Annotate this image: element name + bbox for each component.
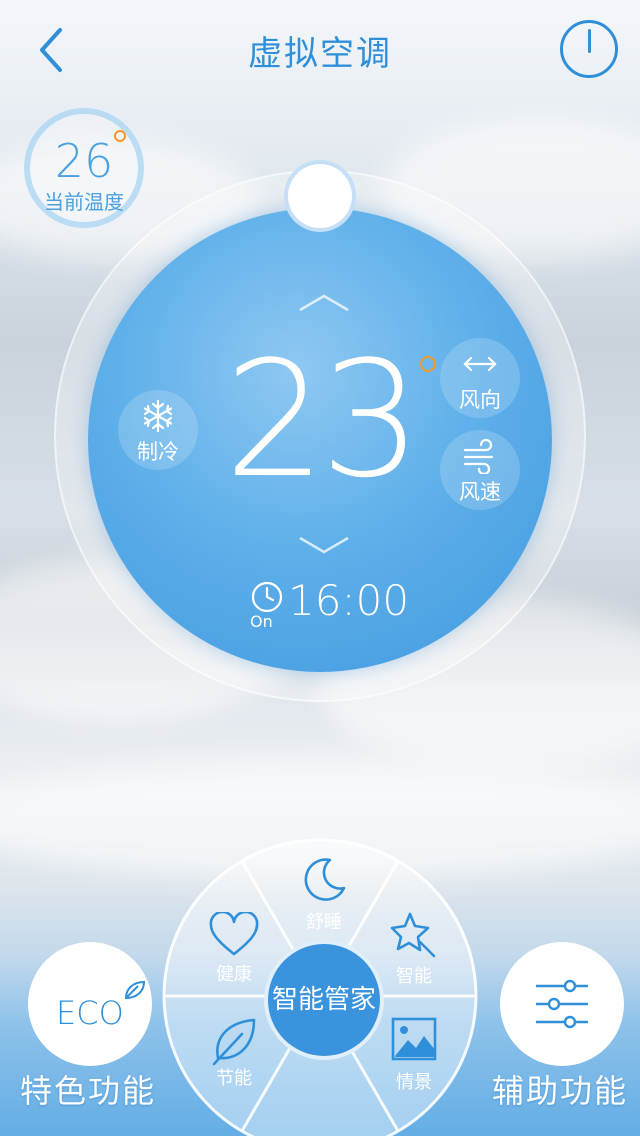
page-title: 虚拟空调 (248, 34, 392, 74)
timer-button[interactable]: On 16:00 (246, 576, 416, 632)
special-features-button[interactable]: ECO (28, 942, 152, 1066)
power-button[interactable] (560, 20, 618, 78)
degree-icon (420, 356, 436, 372)
heart-icon (209, 912, 259, 956)
picture-icon (391, 1017, 437, 1061)
mode-button[interactable]: 制冷 (118, 390, 198, 470)
smart-menu-scene-label: 情景 (396, 1072, 432, 1093)
smart-menu-energy-saving-label: 节能 (216, 1068, 252, 1089)
temperature-knob[interactable] (284, 160, 356, 232)
sliders-icon (536, 979, 588, 1029)
moon-icon (304, 858, 346, 901)
smart-menu-health[interactable]: 健康 (194, 906, 274, 986)
chevron-down-icon (299, 536, 349, 554)
smart-menu-sleep[interactable]: 舒睡 (284, 852, 364, 933)
auxiliary-functions-button[interactable] (500, 942, 624, 1066)
wind-speed-label: 风速 (459, 480, 501, 504)
smart-menu-sleep-label: 舒睡 (306, 912, 342, 933)
smart-menu-energy-saving[interactable]: 节能 (194, 1010, 274, 1090)
eco-icon-text: ECO (56, 994, 124, 1032)
degree-icon (114, 130, 126, 142)
smart-menu-health-label: 健康 (216, 964, 252, 985)
wind-direction-button[interactable]: 风向 (440, 338, 520, 418)
horizontal-arrows-icon (463, 356, 497, 372)
snowflake-icon (143, 399, 173, 433)
timer-icon (251, 581, 283, 613)
temperature-down-button[interactable] (296, 534, 352, 556)
wind-speed-button[interactable]: 风速 (440, 430, 520, 510)
smart-menu-scene[interactable]: 情景 (374, 1014, 454, 1094)
timer-status: On (250, 612, 273, 631)
star-wand-icon (390, 912, 436, 958)
current-temperature-label: 当前温度 (44, 190, 124, 214)
timer-time: 16:00 (288, 576, 410, 625)
special-features-label: 特色功能 (20, 1072, 157, 1110)
chevron-up-icon (299, 294, 349, 312)
smart-butler-button[interactable]: 智能管家 (264, 940, 384, 1060)
power-icon (588, 29, 591, 53)
set-temperature-value: 23 (224, 326, 422, 513)
temperature-up-button[interactable] (296, 292, 352, 314)
mode-label: 制冷 (137, 440, 179, 464)
smart-menu-smart[interactable]: 智能 (374, 906, 454, 987)
wind-direction-label: 风向 (459, 388, 501, 412)
current-temperature-badge: 26 当前温度 (24, 108, 144, 228)
current-temperature-value: 26 (54, 134, 114, 188)
auxiliary-functions-label: 辅助功能 (492, 1072, 629, 1110)
smart-menu-smart-label: 智能 (396, 966, 432, 987)
wind-icon (463, 438, 494, 474)
leaf-icon (212, 1018, 256, 1066)
eco-icon: ECO (56, 980, 146, 1032)
